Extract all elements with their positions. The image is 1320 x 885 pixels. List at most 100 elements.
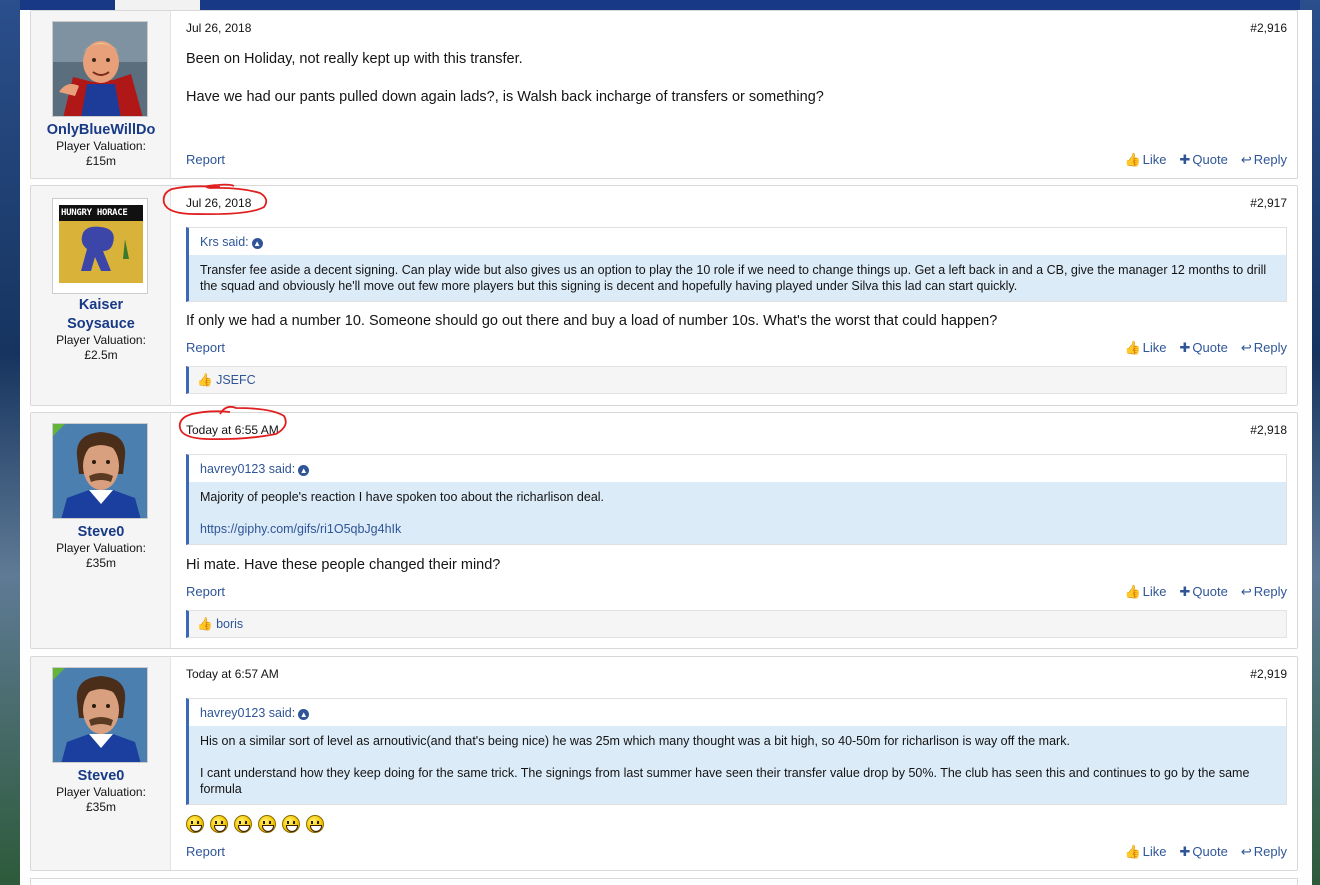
report-link[interactable]: Report [186,340,225,355]
username-line-2[interactable]: Soysauce [31,315,171,334]
report-link[interactable]: Report [186,844,225,859]
post-message: Today at 6:57 AM #2,919 havrey0123 said:… [186,657,1287,870]
avatar[interactable] [52,423,148,519]
player-valuation-label: Player Valuation: [56,541,146,555]
reply-button[interactable]: ↩ Reply [1241,844,1287,860]
post-number[interactable]: #2,917 [1250,196,1287,210]
plus-icon: ✚ [1179,844,1191,859]
avatar[interactable]: HUNGRY HORACE [52,198,148,294]
like-button[interactable]: 👍 Like [1124,584,1166,600]
quote-button[interactable]: ✚ Quote [1180,152,1228,168]
avatar[interactable] [52,667,148,763]
online-badge [53,668,65,680]
quote-paragraph-2: I cant understand how they keep doing fo… [200,766,1250,796]
avatar[interactable] [52,21,148,117]
post-user-info: Steve0 Player Valuation: £35m [31,413,171,648]
quote-button[interactable]: ✚ Quote [1180,844,1228,860]
post-2918: Steve0 Player Valuation: £35m Today at 6… [30,412,1298,649]
post-actions: 👍 Like ✚ Quote ↩ Reply [1124,584,1287,600]
post-date[interactable]: Today at 6:57 AM [186,667,279,681]
username[interactable]: OnlyBlueWillDo [31,121,171,140]
grin-smiley-icon [282,815,300,833]
quote-label: Quote [1192,152,1228,167]
post-number[interactable]: #2,919 [1250,667,1287,681]
post-date[interactable]: Jul 26, 2018 [186,196,251,210]
player-valuation-value: £35m [85,800,117,814]
plus-icon: ✚ [1179,584,1191,599]
plus-icon: ✚ [1179,340,1191,355]
next-post-partial [30,878,1298,885]
quote-author: havrey0123 said: [200,462,296,476]
steve0-avatar-image [53,668,147,762]
reply-label: Reply [1253,844,1287,859]
post-actions: 👍 Like ✚ Quote ↩ Reply [1124,340,1287,356]
quote-body: His on a similar sort of level as arnout… [189,726,1286,804]
thumbs-up-icon: 👍 [1124,844,1141,859]
post-2917: HUNGRY HORACE Kaiser Soysauce Player Val… [30,185,1298,406]
like-button[interactable]: 👍 Like [1124,152,1166,168]
reply-button[interactable]: ↩ Reply [1241,152,1287,168]
post-text: If only we had a number 10. Someone shou… [186,313,998,329]
like-button[interactable]: 👍 Like [1124,340,1166,356]
post-user-info: Steve0 Player Valuation: £35m [31,657,171,870]
avatar-title: HUNGRY HORACE [61,208,128,218]
go-to-quote-arrow-icon[interactable]: ▲ [298,709,310,720]
thumbs-up-icon: 👍 [1124,584,1141,599]
grin-smiley-icon [306,815,324,833]
report-link[interactable]: Report [186,584,225,599]
reply-button[interactable]: ↩ Reply [1241,584,1287,600]
quote-header[interactable]: havrey0123 said: ▲ [189,699,1286,726]
quote-header[interactable]: havrey0123 said: ▲ [189,455,1286,482]
quote-label: Quote [1192,340,1228,355]
quote-author: Krs said: [200,235,249,249]
post-user-info: OnlyBlueWillDo Player Valuation: £15m [31,11,171,178]
grin-smiley-icon [210,815,228,833]
like-button[interactable]: 👍 Like [1124,844,1166,860]
quote-header[interactable]: Krs said: ▲ [189,228,1286,255]
player-valuation-value: £2.5m [84,348,118,362]
thread-content: OnlyBlueWillDo Player Valuation: £15m Ju… [20,10,1312,885]
reply-arrow-icon: ↩ [1240,584,1252,599]
post-number[interactable]: #2,916 [1250,21,1287,35]
liked-by-user[interactable]: boris [216,617,243,631]
quote-text: Transfer fee aside a decent signing. Can… [200,263,1267,293]
like-label: Like [1142,340,1167,355]
username[interactable]: Steve0 [31,523,171,542]
player-valuation-value: £35m [85,556,117,570]
post-date[interactable]: Jul 26, 2018 [186,21,251,35]
thumbs-up-icon: 👍 [197,617,213,631]
smiley-row [186,815,324,833]
like-label: Like [1142,584,1167,599]
go-to-quote-arrow-icon[interactable]: ▲ [251,238,263,249]
thumbs-up-icon: 👍 [1124,340,1141,355]
post-number[interactable]: #2,918 [1250,423,1287,437]
player-valuation-label: Player Valuation: [56,785,146,799]
post-text-line-2: Have we had our pants pulled down again … [186,89,824,105]
thumbs-up-icon: 👍 [1124,152,1141,167]
post-text-line-1: Been on Holiday, not really kept up with… [186,51,523,67]
liked-by-user[interactable]: JSEFC [216,373,256,387]
like-label: Like [1142,844,1167,859]
quote-button[interactable]: ✚ Quote [1180,340,1228,356]
page-background-left [0,0,20,885]
quote-link[interactable]: https://giphy.com/gifs/ri1O5qbJg4hIk [200,522,401,536]
quote-label: Quote [1192,584,1228,599]
username-line-1[interactable]: Kaiser [31,296,171,315]
player-valuation-label: Player Valuation: [56,139,146,153]
plus-icon: ✚ [1179,152,1191,167]
post-date[interactable]: Today at 6:55 AM [186,423,279,437]
quote-button[interactable]: ✚ Quote [1180,584,1228,600]
player-valuation-label: Player Valuation: [56,333,146,347]
post-user-info: HUNGRY HORACE Kaiser Soysauce Player Val… [31,186,171,405]
post-message: Today at 6:55 AM #2,918 havrey0123 said:… [186,413,1287,648]
thumbs-up-icon: 👍 [197,373,213,387]
reply-button[interactable]: ↩ Reply [1241,340,1287,356]
reply-arrow-icon: ↩ [1240,844,1252,859]
username[interactable]: Steve0 [31,767,171,786]
reply-label: Reply [1253,152,1287,167]
report-link[interactable]: Report [186,152,225,167]
quote-block: havrey0123 said: ▲ Majority of people's r… [186,454,1287,545]
go-to-quote-arrow-icon[interactable]: ▲ [298,465,310,476]
active-nav-tab[interactable] [115,0,200,10]
reply-arrow-icon: ↩ [1240,340,1252,355]
